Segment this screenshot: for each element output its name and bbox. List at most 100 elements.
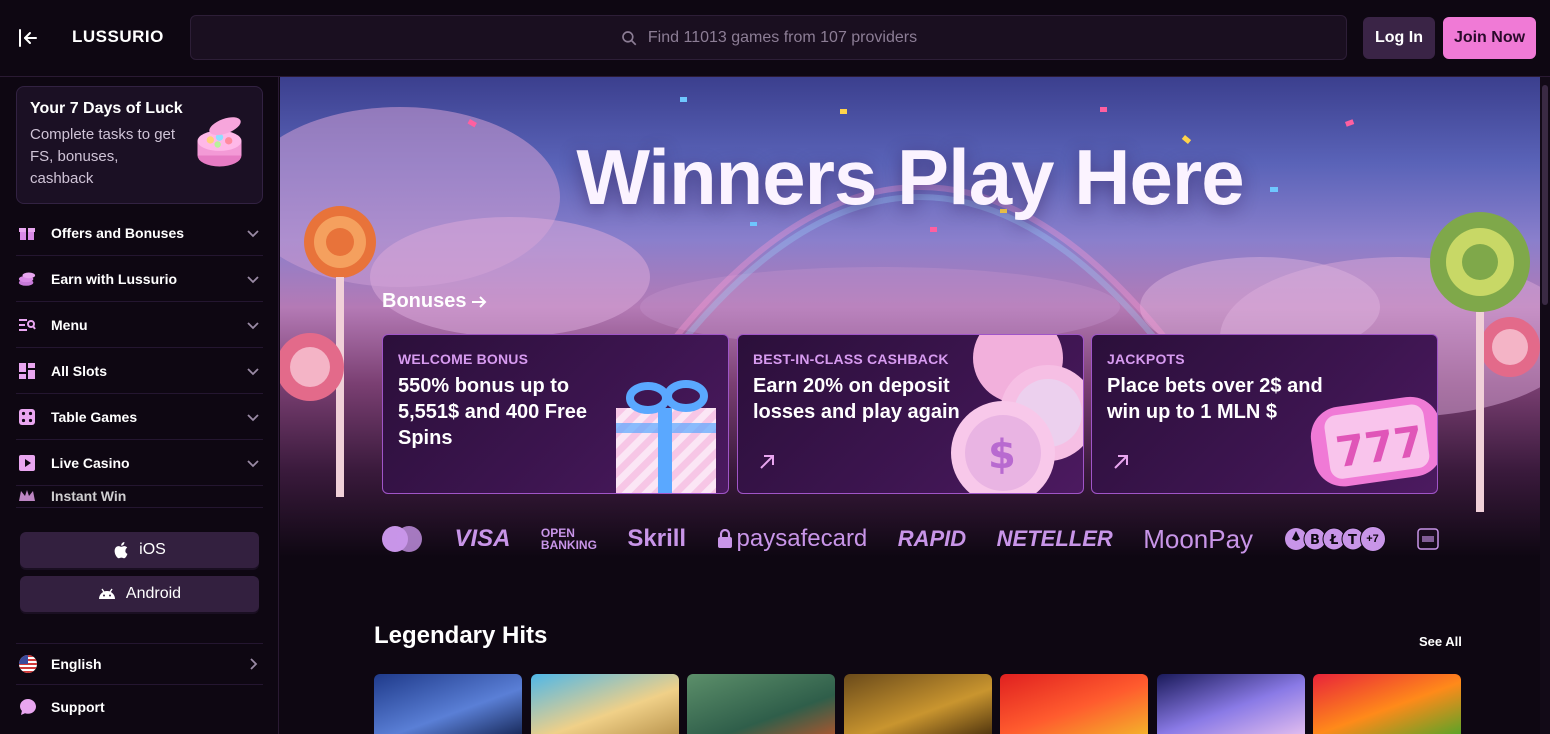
sidebar-item-all-slots[interactable]: All Slots bbox=[16, 348, 263, 394]
chevron-right-icon bbox=[250, 658, 258, 670]
mastercard-icon bbox=[382, 526, 422, 552]
sidebar-item-label: Earn with Lussurio bbox=[51, 270, 178, 287]
divider bbox=[16, 643, 263, 644]
games-row bbox=[374, 674, 1464, 734]
join-now-button[interactable]: Join Now bbox=[1443, 17, 1536, 59]
site-logo[interactable]: LUSSURIO bbox=[72, 27, 164, 47]
sidebar-item-label: All Slots bbox=[51, 362, 108, 379]
sidebar: Your 7 Days of Luck Complete tasks to ge… bbox=[0, 77, 279, 734]
play-icon bbox=[18, 454, 36, 472]
sidebar-item-label: Table Games bbox=[51, 408, 138, 425]
game-tile[interactable] bbox=[1000, 674, 1148, 734]
collapse-sidebar-icon[interactable] bbox=[16, 26, 40, 50]
sidebar-item-label: Menu bbox=[51, 316, 88, 333]
android-app-button[interactable]: Android bbox=[20, 576, 259, 612]
arrow-up-right-icon bbox=[1114, 455, 1128, 469]
moonpay-logo: MoonPay bbox=[1143, 523, 1254, 554]
sidebar-item-label: Instant Win bbox=[51, 488, 127, 504]
svg-text:Ł: Ł bbox=[1329, 533, 1338, 548]
sidebar-item-menu[interactable]: Menu bbox=[16, 302, 263, 348]
login-button[interactable]: Log In bbox=[1363, 17, 1435, 59]
gift-icon bbox=[18, 224, 36, 242]
open-banking-line2: BANKING bbox=[540, 538, 597, 552]
section-title: Legendary Hits bbox=[374, 622, 548, 649]
crypto-icons: B Ł T +7 bbox=[1284, 526, 1386, 552]
divider bbox=[16, 684, 263, 685]
sidebar-item-label: Offers and Bonuses bbox=[51, 224, 185, 241]
chevron-down-icon bbox=[247, 276, 259, 284]
arrow-right-icon bbox=[472, 295, 487, 308]
arrow-up-right-icon bbox=[760, 455, 774, 469]
sidebar-item-offers[interactable]: Offers and Bonuses bbox=[16, 210, 263, 256]
chevron-down-icon bbox=[247, 368, 259, 376]
game-tile[interactable] bbox=[1313, 674, 1461, 734]
game-tile[interactable] bbox=[374, 674, 522, 734]
promo-title: Your 7 Days of Luck bbox=[30, 100, 183, 117]
divider bbox=[16, 507, 263, 508]
top-header: LUSSURIO Find 11013 games from 107 provi… bbox=[0, 0, 1550, 77]
support-label: Support bbox=[51, 699, 105, 715]
seven-days-promo-card[interactable]: Your 7 Days of Luck Complete tasks to ge… bbox=[16, 86, 263, 204]
chevron-down-icon bbox=[247, 322, 259, 330]
bonuses-link[interactable]: Bonuses bbox=[382, 290, 488, 313]
scrollbar-thumb[interactable] bbox=[1542, 85, 1548, 305]
sidebar-item-instant-win[interactable]: Instant Win bbox=[16, 486, 263, 506]
slot-reel-illustration: 777 bbox=[1310, 396, 1437, 487]
android-icon bbox=[98, 588, 115, 599]
see-all-link[interactable]: See All bbox=[1419, 634, 1462, 649]
svg-text:$: $ bbox=[988, 432, 1016, 478]
card-tag: JACKPOTS bbox=[1107, 351, 1185, 367]
visa-logo: VISA bbox=[454, 525, 511, 552]
android-label: Android bbox=[125, 585, 182, 602]
game-tile[interactable] bbox=[844, 674, 992, 734]
chevron-down-icon bbox=[247, 460, 259, 468]
rapid-logo: RAPID bbox=[897, 526, 967, 551]
search-icon bbox=[622, 30, 637, 45]
welcome-bonus-card[interactable]: WELCOME BONUS 550% bonus up to 5,551$ an… bbox=[382, 334, 729, 494]
game-tile[interactable] bbox=[687, 674, 835, 734]
chevron-down-icon bbox=[247, 230, 259, 238]
svg-text:T: T bbox=[1348, 533, 1357, 548]
gift-illustration bbox=[616, 380, 716, 493]
game-tile[interactable] bbox=[531, 674, 679, 734]
coins-icon bbox=[18, 270, 36, 288]
ios-app-button[interactable]: iOS bbox=[20, 532, 259, 568]
card-tag: WELCOME BONUS bbox=[398, 351, 529, 367]
page-scrollbar[interactable] bbox=[1540, 77, 1550, 734]
hero-title: Winners Play Here bbox=[576, 133, 1244, 221]
sidebar-item-table-games[interactable]: Table Games bbox=[16, 394, 263, 440]
payment-methods: VISA OPEN BANKING Skrill paysafecard RAP… bbox=[380, 522, 1440, 556]
card-text: 550% bonus up to 5,551$ and 400 Free Spi… bbox=[398, 375, 588, 449]
crown-icon bbox=[18, 487, 36, 505]
svg-text:B: B bbox=[1310, 533, 1320, 548]
promo-text: Complete tasks to get FS, bonuses, cashb… bbox=[30, 126, 176, 187]
skrill-logo: Skrill bbox=[627, 525, 687, 552]
game-tile[interactable] bbox=[1157, 674, 1305, 734]
sidebar-item-earn[interactable]: Earn with Lussurio bbox=[16, 256, 263, 302]
menu-search-icon bbox=[18, 316, 36, 334]
grid-icon bbox=[18, 362, 36, 380]
cashback-card[interactable]: BEST-IN-CLASS CASHBACK Earn 20% on depos… bbox=[737, 334, 1084, 494]
gift-box-icon bbox=[197, 117, 242, 167]
search-placeholder: Find 11013 games from 107 providers bbox=[647, 28, 918, 46]
sidebar-nav: Offers and Bonuses Earn with Lussurio Me… bbox=[16, 210, 263, 506]
open-banking-logo: OPEN BANKING bbox=[541, 527, 597, 551]
search-input[interactable]: Find 11013 games from 107 providers bbox=[190, 15, 1347, 60]
sidebar-item-label: Live Casino bbox=[51, 454, 130, 471]
support-link[interactable]: Support bbox=[16, 694, 263, 720]
ios-label: iOS bbox=[139, 541, 166, 558]
coins-illustration: $ bbox=[951, 335, 1083, 493]
chevron-down-icon bbox=[247, 414, 259, 422]
language-label: English bbox=[51, 656, 102, 672]
hero-banner: Winners Play Here Bonuses WELCOME BONUS … bbox=[280, 77, 1540, 557]
paysafecard-text: paysafecard bbox=[736, 525, 868, 552]
us-flag-icon bbox=[19, 655, 37, 673]
jackpots-card[interactable]: JACKPOTS Place bets over 2$ and win up t… bbox=[1091, 334, 1438, 494]
card-tag: BEST-IN-CLASS CASHBACK bbox=[753, 351, 949, 367]
sidebar-item-live-casino[interactable]: Live Casino bbox=[16, 440, 263, 486]
bonuses-link-label: Bonuses bbox=[382, 290, 467, 312]
language-selector[interactable]: English bbox=[16, 651, 263, 677]
dice-icon bbox=[18, 408, 36, 426]
apple-icon bbox=[114, 542, 128, 559]
interac-icon bbox=[1417, 528, 1439, 550]
